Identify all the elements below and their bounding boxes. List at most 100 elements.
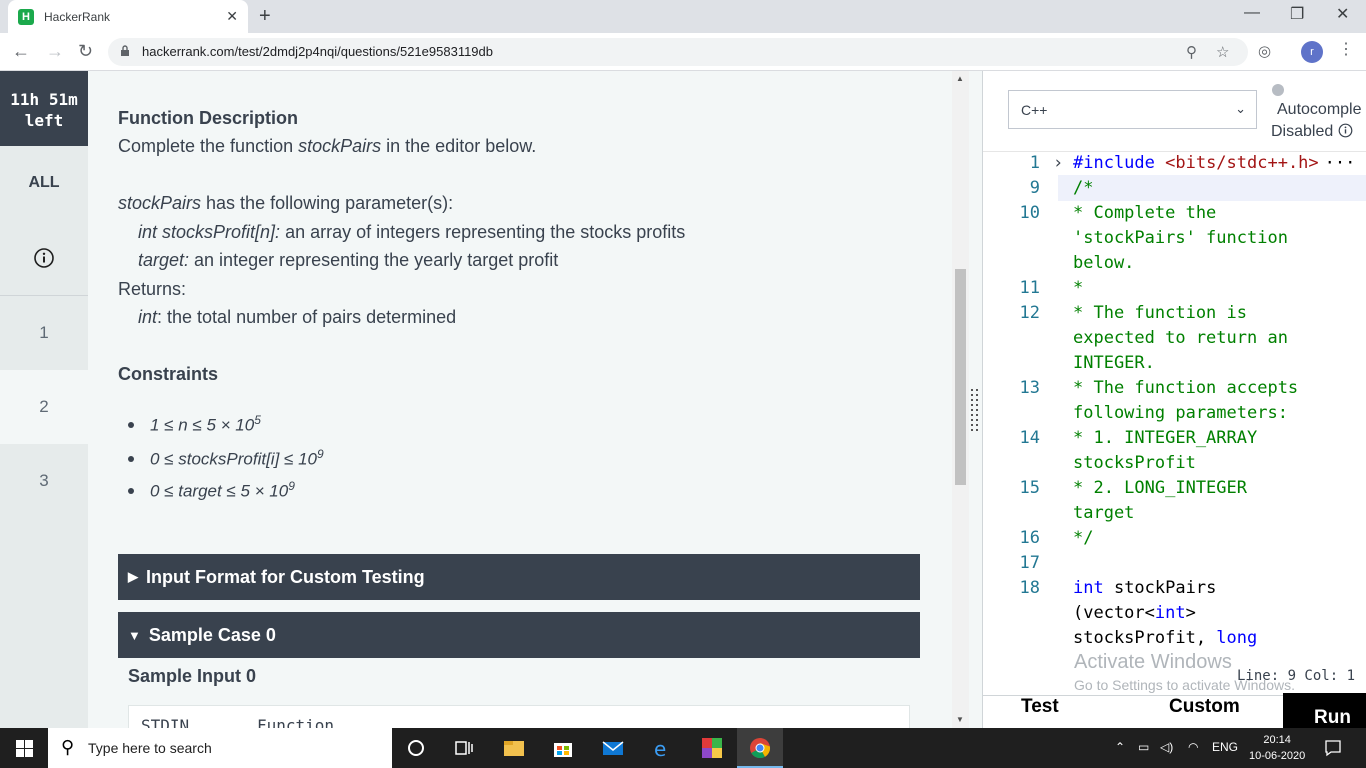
zoom-icon[interactable]: ⚲ (1186, 43, 1197, 61)
line-number: 10 (1019, 203, 1040, 223)
autocomplete-toggle[interactable] (1272, 84, 1284, 96)
language-indicator[interactable]: ENG (1212, 740, 1238, 754)
line-number: 13 (1019, 378, 1040, 398)
constraint-target: 0 ≤ target ≤ 5 × 109 (150, 479, 295, 501)
param-target: target: an integer representing the year… (138, 250, 559, 270)
custom-input-tab[interactable]: Custom (1169, 696, 1240, 718)
bookmark-star-icon[interactable]: ☆ (1216, 43, 1229, 61)
nav-all-questions[interactable]: ALL (0, 146, 88, 221)
edge-icon[interactable]: e (650, 736, 674, 760)
code-line: * Complete the (1073, 203, 1217, 223)
info-icon[interactable] (1338, 123, 1353, 138)
parameters-intro: stockPairs has the following parameter(s… (118, 193, 454, 213)
constraints-heading: Constraints (118, 364, 219, 384)
scrollbar-thumb[interactable] (955, 269, 966, 485)
taskbar-clock[interactable]: 20:14 10-06-2020 (1249, 732, 1305, 764)
extension-icon[interactable]: ◎ (1258, 42, 1271, 60)
timer-suffix: left (24, 111, 64, 130)
browser-tab[interactable]: H HackerRank ✕ (8, 0, 248, 33)
code-line: following parameters: (1073, 403, 1288, 423)
function-description-text: Complete the function stockPairs in the … (118, 136, 537, 156)
taskbar-search[interactable]: ⚲ Type here to search (48, 728, 392, 768)
editor-action-bar: Test Custom Run (983, 693, 1366, 728)
current-line-highlight (1058, 175, 1366, 201)
chrome-taskbar-button[interactable] (737, 728, 783, 768)
line-number: 12 (1019, 303, 1040, 323)
tray-chevron-icon[interactable]: ⌃ (1115, 740, 1125, 754)
code-line: * (1073, 278, 1084, 298)
svg-text:e: e (654, 737, 666, 760)
code-line: int stockPairs (1073, 578, 1217, 598)
line-number: 16 (1019, 528, 1040, 548)
panel-splitter[interactable] (969, 71, 982, 728)
tab-close-icon[interactable]: ✕ (226, 8, 238, 25)
search-icon: ⚲ (61, 737, 75, 757)
bullet (128, 488, 134, 494)
language-select[interactable]: C++ ⌄ (1008, 90, 1257, 129)
task-view-icon[interactable] (452, 736, 476, 760)
drag-handle-icon[interactable] (971, 389, 980, 437)
battery-icon[interactable]: ▭ (1138, 740, 1149, 754)
code-editor[interactable]: 1 › 9 10 11 12 13 14 15 16 17 18 #includ… (983, 151, 1366, 659)
sample-input-box: STDIN Function (128, 705, 910, 728)
bullet (128, 422, 134, 428)
cortana-icon[interactable] (404, 736, 428, 760)
clock-date: 10-06-2020 (1249, 750, 1306, 762)
input-format-accordion[interactable]: ▶ Input Format for Custom Testing (118, 554, 920, 600)
sample-case-accordion[interactable]: ▼ Sample Case 0 (118, 612, 920, 658)
wifi-icon[interactable]: ◠ (1188, 740, 1198, 754)
minimize-icon[interactable]: — (1244, 4, 1260, 22)
code-line: * 2. LONG_INTEGER (1073, 478, 1247, 498)
autocomplete-status: Disabled (1271, 123, 1353, 141)
line-number: 17 (1019, 553, 1040, 573)
new-tab-icon[interactable]: + (259, 5, 271, 28)
stdin-column-header: STDIN (141, 716, 190, 728)
file-explorer-icon[interactable] (502, 736, 526, 760)
browser-menu-icon[interactable]: ⋮ (1338, 39, 1354, 59)
profile-avatar[interactable]: r (1301, 41, 1323, 63)
hackerrank-favicon-icon: H (18, 8, 34, 25)
nav-question-1[interactable]: 1 (0, 296, 88, 370)
restore-icon[interactable]: ❐ (1290, 4, 1304, 24)
triangle-down-icon: ▼ (128, 627, 141, 643)
chrome-icon (750, 738, 771, 759)
code-line: expected to return an (1073, 328, 1288, 348)
browser-tabbar: H HackerRank ✕ + — ❐ ✕ (0, 0, 1366, 33)
line-number: 14 (1019, 428, 1040, 448)
line-number: 1 (1029, 153, 1040, 173)
forward-icon[interactable]: → (46, 41, 64, 62)
back-icon[interactable]: ← (12, 41, 30, 62)
run-button[interactable]: Run (1283, 693, 1366, 728)
scroll-up-icon[interactable]: ▲ (956, 74, 964, 83)
nav-question-2[interactable]: 2 (0, 370, 88, 444)
window-close-icon[interactable]: ✕ (1336, 4, 1349, 24)
line-number: 11 (1019, 278, 1040, 298)
browser-toolbar: ← → ↻ hackerrank.com/test/2dmdj2p4nqi/qu… (0, 33, 1366, 71)
store-icon[interactable] (551, 736, 575, 760)
function-column-header: Function (257, 716, 335, 728)
scroll-down-icon[interactable]: ▼ (956, 715, 964, 724)
chevron-down-icon: ⌄ (1235, 101, 1246, 116)
code-line: * The function is (1073, 303, 1247, 323)
windows-start-icon[interactable] (16, 740, 33, 757)
address-bar[interactable]: hackerrank.com/test/2dmdj2p4nqi/question… (108, 38, 1248, 66)
nav-info[interactable] (0, 221, 88, 296)
app-icon[interactable] (700, 736, 724, 760)
fold-chevron-icon[interactable]: › (1053, 153, 1063, 173)
url-text: hackerrank.com/test/2dmdj2p4nqi/question… (142, 44, 493, 59)
bullet (128, 456, 134, 462)
notification-icon[interactable] (1324, 739, 1342, 757)
code-line: stocksProfit (1073, 453, 1196, 473)
timer-value: 11h 51m (10, 90, 78, 109)
line-number: 9 (1029, 178, 1040, 198)
content-scrollbar[interactable]: ▲ ▼ (952, 71, 969, 728)
test-results-tab[interactable]: Test (1021, 696, 1059, 718)
returns-desc: int: the total number of pairs determine… (138, 307, 457, 327)
cursor-position: Line: 9 Col: 1 (1237, 668, 1356, 684)
volume-icon[interactable]: ◁) (1160, 740, 1173, 754)
code-line: * The function accepts (1073, 378, 1299, 398)
mail-icon[interactable] (601, 736, 625, 760)
reload-icon[interactable]: ↻ (78, 41, 93, 62)
nav-question-3[interactable]: 3 (0, 444, 88, 518)
code-line: /* (1073, 178, 1094, 198)
